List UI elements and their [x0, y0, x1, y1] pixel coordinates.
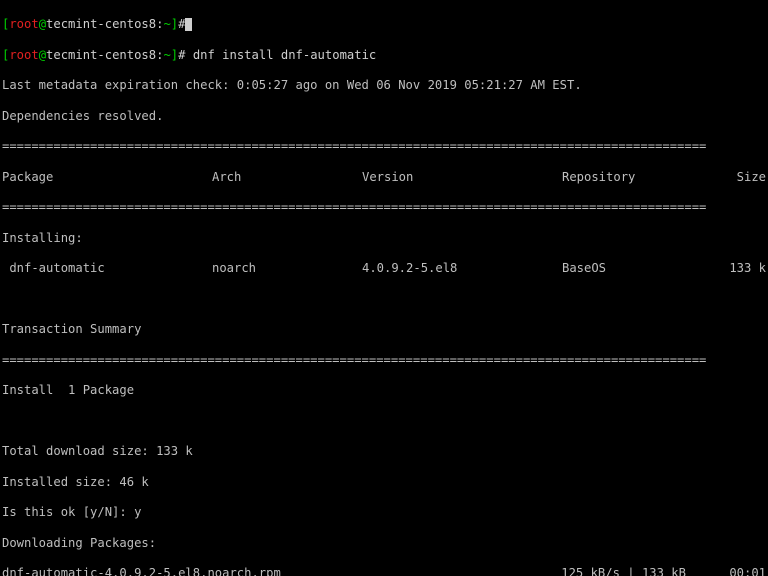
prompt-at: @: [39, 17, 46, 31]
download-size: Total download size: 133 k: [2, 444, 766, 459]
hdr-size: Size: [702, 170, 766, 185]
cell-pkg: dnf-automatic: [2, 261, 212, 276]
downloading-hdr: Downloading Packages:: [2, 536, 766, 551]
rule-top: ========================================…: [2, 139, 766, 154]
tx-summary: Transaction Summary: [2, 322, 766, 337]
table-row: dnf-automaticnoarch4.0.9.2-5.el8BaseOS13…: [2, 261, 766, 276]
metadata-line: Last metadata expiration check: 0:05:27 …: [2, 78, 766, 93]
prompt-user: root: [9, 17, 38, 31]
dl-time: 00:01: [686, 566, 766, 576]
installed-size: Installed size: 46 k: [2, 475, 766, 490]
cell-arch: noarch: [212, 261, 362, 276]
dl-speed: 125 kB/s | 133 kB: [516, 566, 686, 576]
table-header: PackageArchVersionRepositorySize: [2, 170, 766, 185]
cursor-icon: [185, 18, 192, 31]
blank: [2, 414, 766, 429]
prompt-path: ~: [163, 17, 170, 31]
hdr-package: Package: [2, 170, 212, 185]
confirm-prompt: Is this ok [y/N]: y: [2, 505, 766, 520]
prompt-line-2: [root@tecmint-centos8:~]# dnf install dn…: [2, 48, 766, 63]
cell-size: 133 k: [702, 261, 766, 276]
terminal[interactable]: [root@tecmint-centos8:~]# [root@tecmint-…: [0, 0, 768, 576]
cell-ver: 4.0.9.2-5.el8: [362, 261, 562, 276]
prompt-line-1: [root@tecmint-centos8:~]#: [2, 17, 766, 32]
rule-hdr: ========================================…: [2, 200, 766, 215]
hdr-version: Version: [362, 170, 562, 185]
command-text: dnf install dnf-automatic: [185, 48, 376, 62]
install-count: Install 1 Package: [2, 383, 766, 398]
dl-name: dnf-automatic-4.0.9.2-5.el8.noarch.rpm: [2, 566, 516, 576]
hdr-repo: Repository: [562, 170, 702, 185]
download-row: dnf-automatic-4.0.9.2-5.el8.noarch.rpm12…: [2, 566, 766, 576]
hdr-arch: Arch: [212, 170, 362, 185]
section-installing: Installing:: [2, 231, 766, 246]
rule-summary: ========================================…: [2, 353, 766, 368]
prompt-host: tecmint-centos8: [46, 17, 156, 31]
blank: [2, 292, 766, 307]
prompt-hash: #: [178, 17, 185, 31]
cell-repo: BaseOS: [562, 261, 702, 276]
deps-line: Dependencies resolved.: [2, 109, 766, 124]
